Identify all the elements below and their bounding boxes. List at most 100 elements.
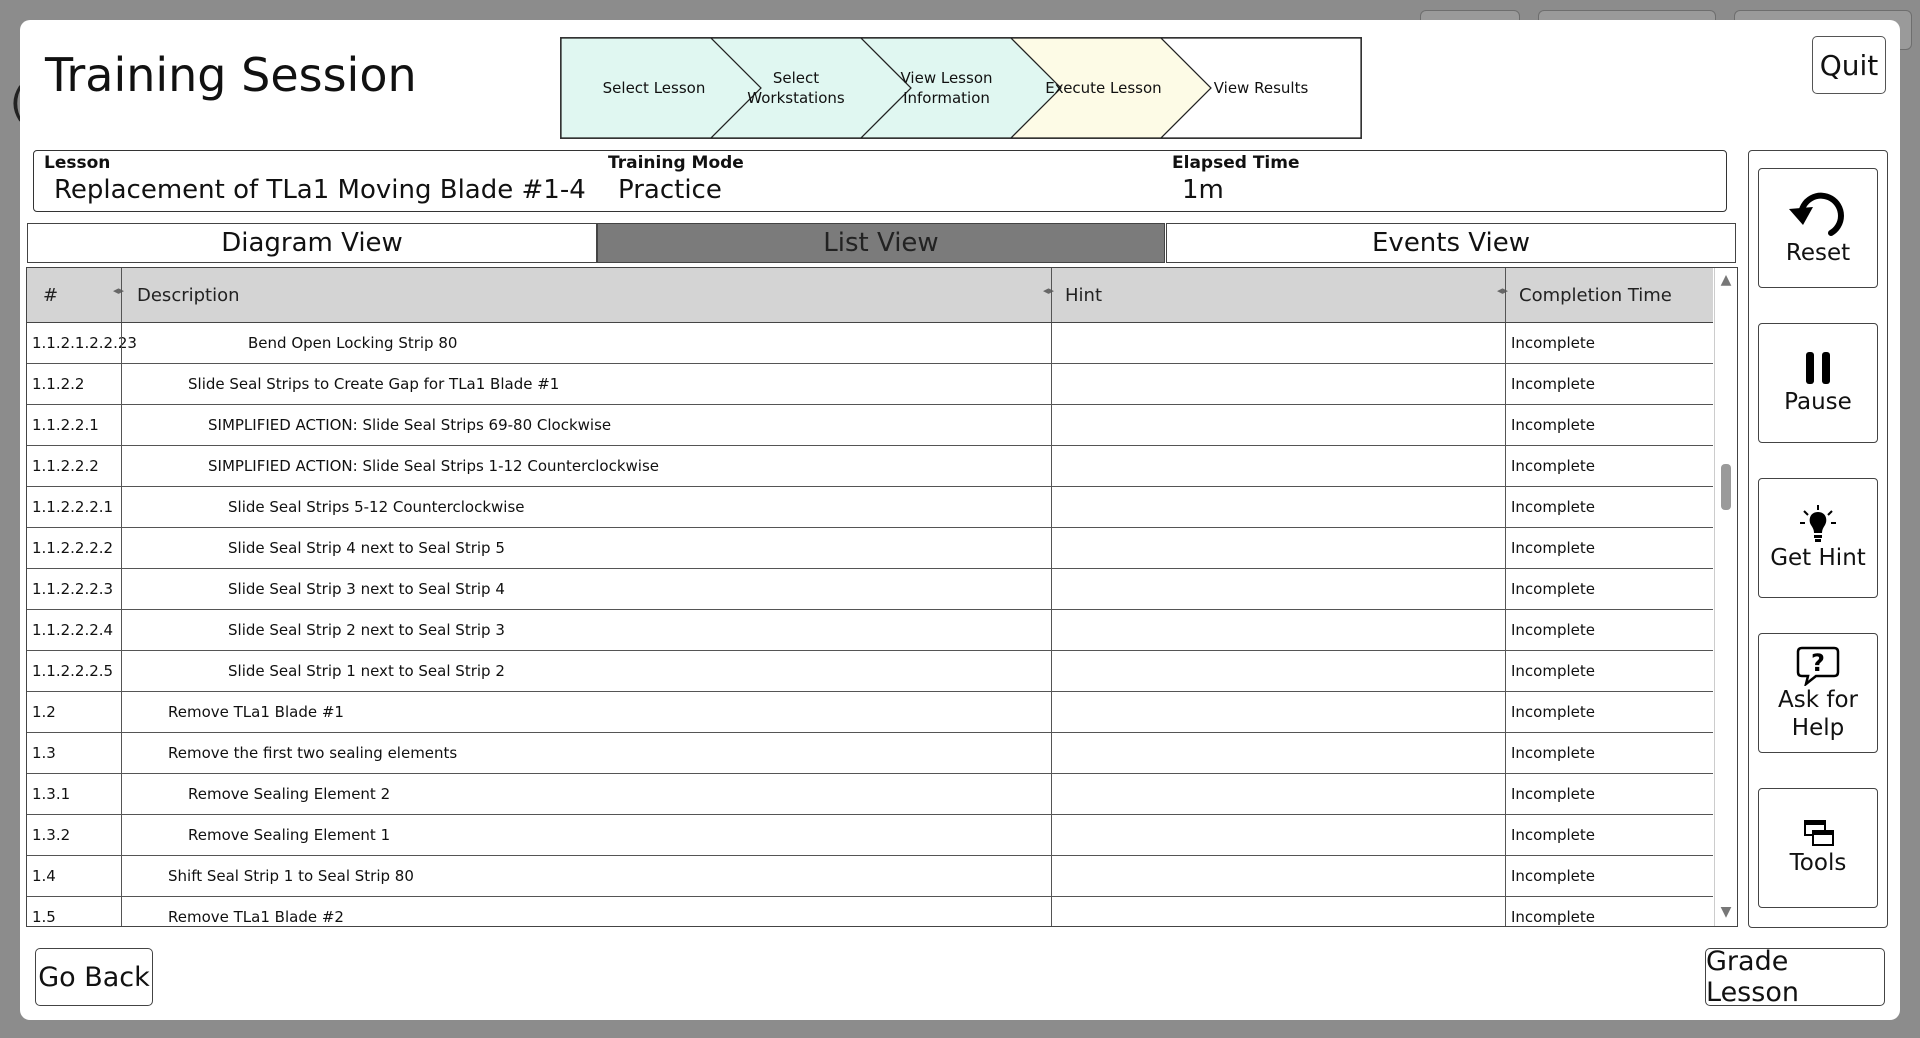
page-title: Training Session	[45, 48, 417, 102]
row-completion-time: Incomplete	[1511, 375, 1595, 393]
column-divider	[1051, 487, 1052, 527]
column-divider	[121, 733, 122, 773]
column-divider	[1505, 897, 1506, 926]
row-description: Bend Open Locking Strip 80	[248, 334, 458, 352]
column-divider	[1505, 774, 1506, 814]
svg-text:?: ?	[1811, 649, 1825, 677]
ask-for-help-button[interactable]: ? Ask for Help	[1758, 633, 1878, 753]
table-row[interactable]: 1.3 Remove the first two sealing elements…	[27, 733, 1713, 774]
resize-handle-icon[interactable]: ◂▸	[113, 284, 124, 297]
lesson-info-panel: Lesson Replacement of TLa1 Moving Blade …	[33, 150, 1727, 212]
table-header: # ◂▸ Description ◂▸ Hint ◂▸ Completion T…	[27, 268, 1713, 323]
table-row[interactable]: 1.3.1 Remove Sealing Element 2 Incomplete	[27, 774, 1713, 815]
table-row[interactable]: 1.1.2.2.2.3 Slide Seal Strip 3 next to Se…	[27, 569, 1713, 610]
ask-for-help-label: Ask for Help	[1778, 687, 1858, 741]
column-divider	[121, 528, 122, 568]
scrollbar-thumb[interactable]	[1721, 464, 1731, 510]
row-number: 1.4	[32, 867, 56, 885]
row-description: SIMPLIFIED ACTION: Slide Seal Strips 69-…	[208, 416, 612, 434]
tools-icon	[1804, 820, 1834, 846]
table-row[interactable]: 1.2 Remove TLa1 Blade #1 Incomplete	[27, 692, 1713, 733]
column-divider	[121, 569, 122, 609]
column-divider	[121, 856, 122, 896]
reset-button[interactable]: Reset	[1758, 168, 1878, 288]
pause-button[interactable]: Pause	[1758, 323, 1878, 443]
column-divider	[121, 268, 122, 322]
row-completion-time: Incomplete	[1511, 826, 1595, 844]
tab-list-view[interactable]: List View	[597, 223, 1165, 263]
row-description: Slide Seal Strip 3 next to Seal Strip 4	[228, 580, 505, 598]
column-divider	[1505, 405, 1506, 445]
row-description: Slide Seal Strip 1 next to Seal Strip 2	[228, 662, 505, 680]
row-number: 1.1.2.2.2.2	[32, 539, 114, 557]
elapsed-time-value: 1m	[1182, 175, 1224, 205]
wizard-step-view-lesson-information: View Lesson Information	[900, 69, 993, 107]
scroll-down-arrow-icon[interactable]: ▼	[1719, 904, 1733, 920]
table-scrollbar[interactable]: ▲ ▼	[1714, 268, 1737, 926]
row-description: Shift Seal Strip 1 to Seal Strip 80	[168, 867, 414, 885]
lesson-value: Replacement of TLa1 Moving Blade #1-4	[54, 175, 586, 205]
get-hint-button[interactable]: Get Hint	[1758, 478, 1878, 598]
column-divider	[1505, 692, 1506, 732]
column-divider	[1505, 487, 1506, 527]
column-divider	[121, 364, 122, 404]
column-divider	[1505, 528, 1506, 568]
row-completion-time: Incomplete	[1511, 416, 1595, 434]
column-divider	[121, 897, 122, 926]
training-mode-value: Practice	[618, 175, 722, 205]
row-description: Slide Seal Strip 4 next to Seal Strip 5	[228, 539, 505, 557]
column-divider	[1505, 446, 1506, 486]
grade-lesson-button[interactable]: Grade Lesson	[1705, 946, 1885, 1008]
column-header-number[interactable]: #	[43, 268, 58, 322]
column-divider	[1051, 733, 1052, 773]
column-divider	[1051, 610, 1052, 650]
column-divider	[1505, 815, 1506, 855]
resize-handle-icon[interactable]: ◂▸	[1043, 284, 1054, 297]
row-completion-time: Incomplete	[1511, 334, 1595, 352]
table-row[interactable]: 1.1.2.2.2.1 Slide Seal Strips 5-12 Counte…	[27, 487, 1713, 528]
row-number: 1.3.1	[32, 785, 71, 803]
row-description: Remove the first two sealing elements	[168, 744, 458, 762]
row-number: 1.1.2.2	[32, 375, 85, 393]
row-description: Slide Seal Strip 2 next to Seal Strip 3	[228, 621, 505, 639]
table-row[interactable]: 1.1.2.2.2.2 Slide Seal Strip 4 next to Se…	[27, 528, 1713, 569]
column-divider	[1505, 569, 1506, 609]
column-header-hint[interactable]: Hint	[1065, 268, 1102, 322]
table-row[interactable]: 1.3.2 Remove Sealing Element 1 Incomplete	[27, 815, 1713, 856]
scroll-up-arrow-icon[interactable]: ▲	[1719, 272, 1733, 288]
column-divider	[1505, 733, 1506, 773]
tab-diagram-view[interactable]: Diagram View	[27, 223, 597, 263]
table-row[interactable]: 1.1.2.2.1 SIMPLIFIED ACTION: Slide Seal S…	[27, 405, 1713, 446]
quit-button[interactable]: Quit	[1812, 36, 1886, 94]
wizard-step-select-workstations: Select Workstations	[747, 69, 845, 107]
column-divider	[121, 815, 122, 855]
resize-handle-icon[interactable]: ◂▸	[1497, 284, 1508, 297]
table-row[interactable]: 1.1.2.2.2.5 Slide Seal Strip 1 next to Se…	[27, 651, 1713, 692]
steps-table: # ◂▸ Description ◂▸ Hint ◂▸ Completion T…	[26, 267, 1738, 927]
column-header-completion-time[interactable]: Completion Time	[1519, 268, 1672, 322]
column-divider	[1505, 651, 1506, 691]
wizard-steps: Select Lesson Select Workstations View L…	[560, 37, 1362, 139]
row-completion-time: Incomplete	[1511, 703, 1595, 721]
column-divider	[121, 446, 122, 486]
go-back-button[interactable]: Go Back	[35, 948, 153, 1006]
column-divider	[1505, 856, 1506, 896]
row-completion-time: Incomplete	[1511, 621, 1595, 639]
table-row[interactable]: 1.1.2.2.2.4 Slide Seal Strip 2 next to Se…	[27, 610, 1713, 651]
tools-button[interactable]: Tools	[1758, 788, 1878, 908]
column-divider	[1051, 692, 1052, 732]
table-row[interactable]: 1.1.2.2.2 SIMPLIFIED ACTION: Slide Seal S…	[27, 446, 1713, 487]
column-divider	[1051, 268, 1052, 322]
table-row[interactable]: 1.1.2.2 Slide Seal Strips to Create Gap f…	[27, 364, 1713, 405]
row-number: 1.3	[32, 744, 56, 762]
row-completion-time: Incomplete	[1511, 580, 1595, 598]
lightbulb-icon	[1800, 505, 1836, 542]
row-description: Remove Sealing Element 2	[188, 785, 391, 803]
row-description: Remove Sealing Element 1	[188, 826, 391, 844]
tab-events-view[interactable]: Events View	[1166, 223, 1736, 263]
column-header-description[interactable]: Description	[137, 268, 240, 322]
table-row[interactable]: 1.4 Shift Seal Strip 1 to Seal Strip 80 In…	[27, 856, 1713, 897]
table-row[interactable]: 1.5 Remove TLa1 Blade #2 Incomplete	[27, 897, 1713, 926]
table-row[interactable]: 1.1.2.1.2.2.23 Bend Open Locking Strip 80…	[27, 323, 1713, 364]
elapsed-time-info: Elapsed Time 1m	[1172, 153, 1299, 205]
